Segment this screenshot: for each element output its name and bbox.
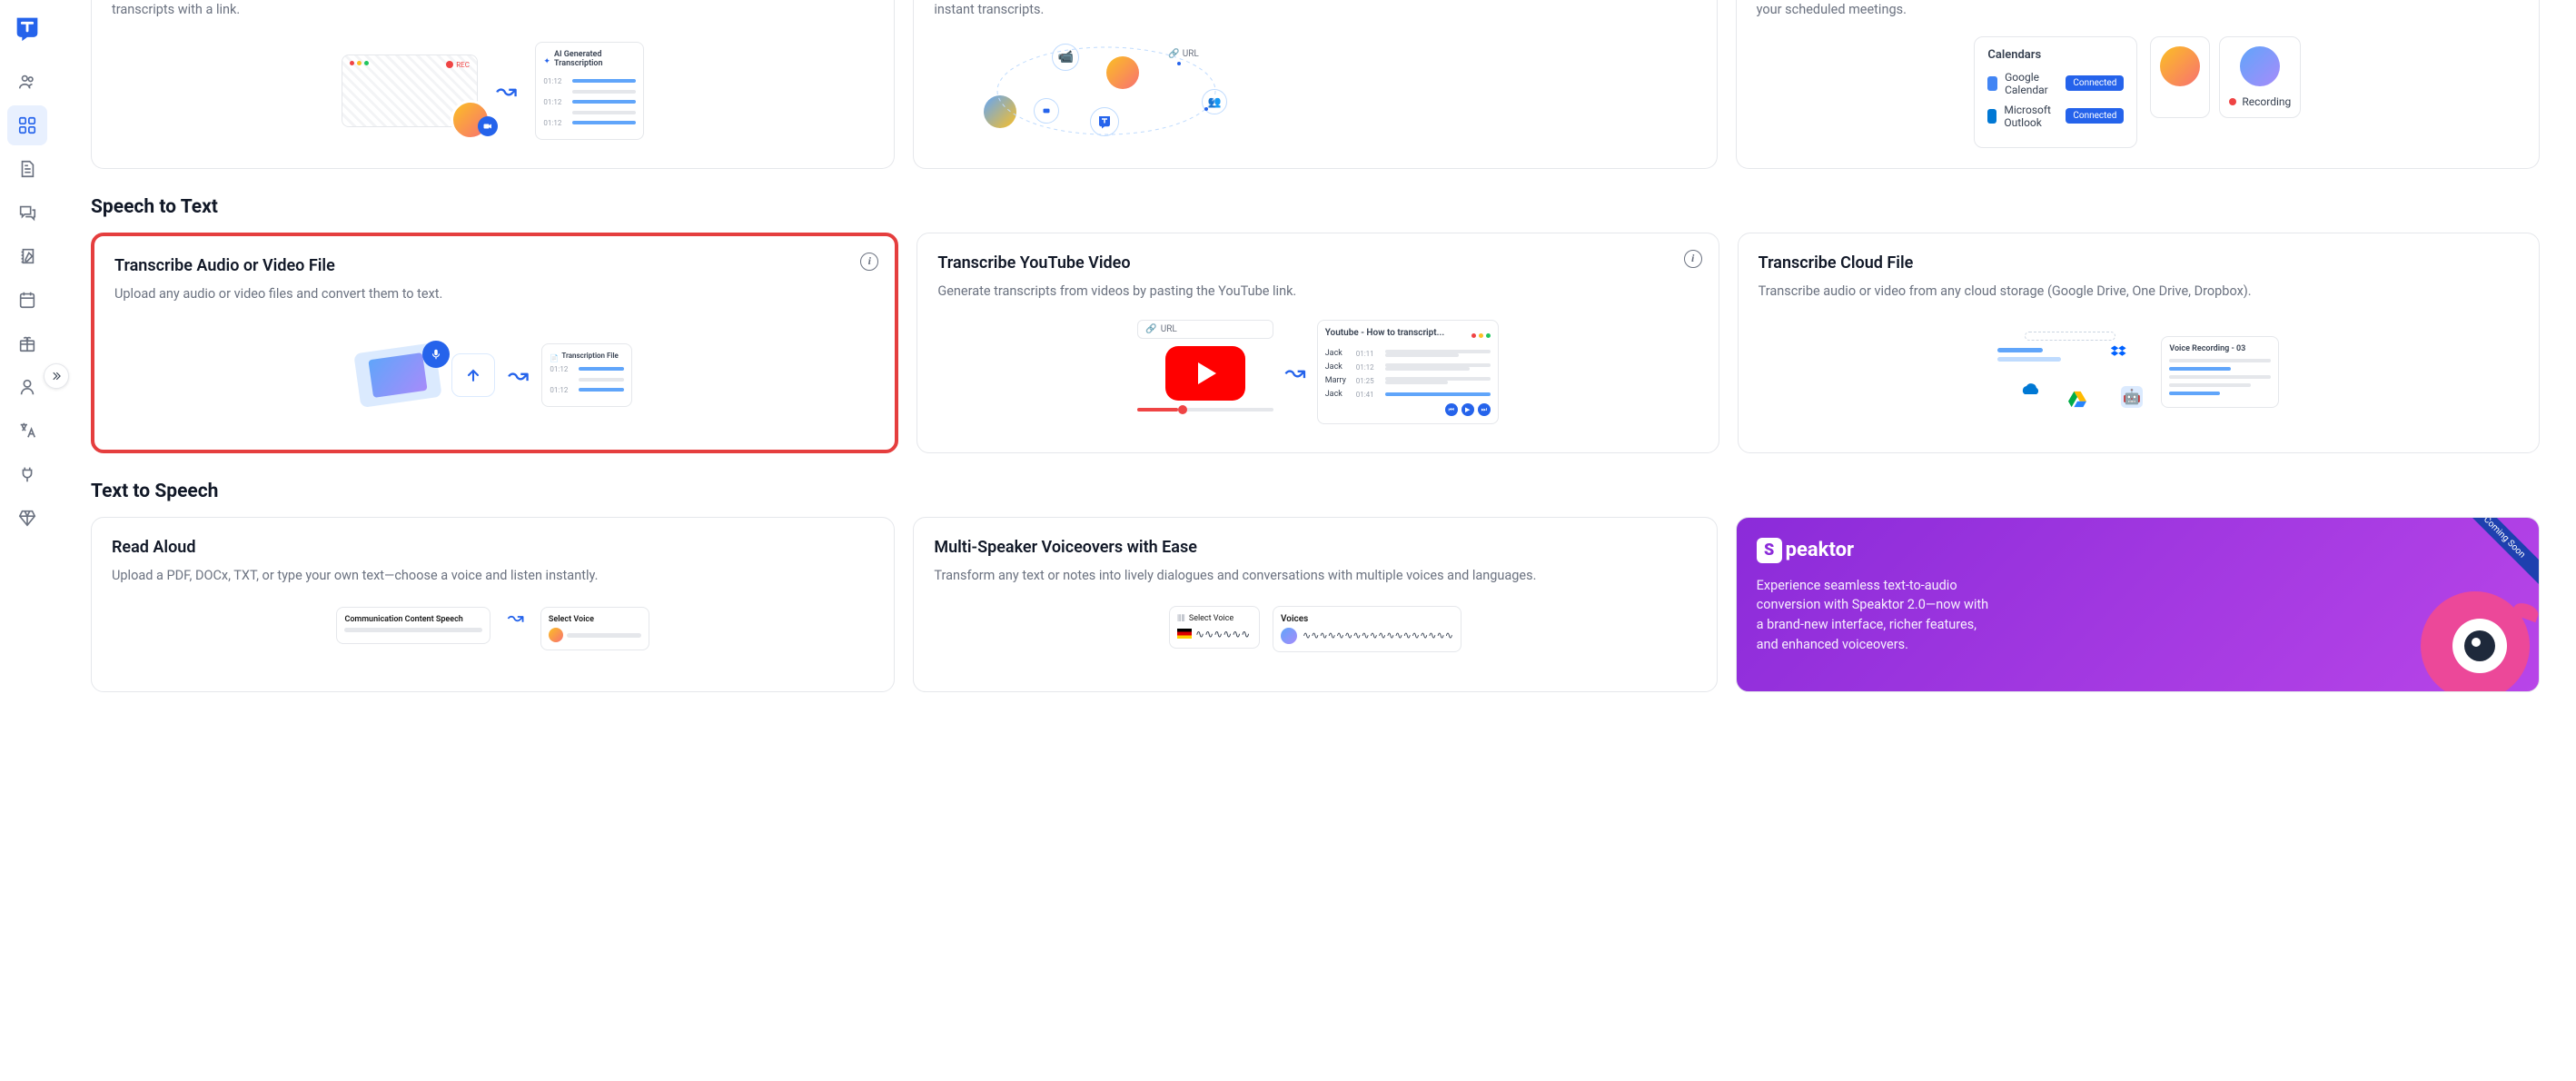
main-content: transcripts with a link. REC ↝ ✦AI Gener…	[54, 0, 2576, 1081]
sidebar-item-integrations[interactable]	[7, 454, 47, 494]
speaktor-logo: Speaktor	[1757, 538, 2519, 563]
transcription-file-panel: 📄Transcription File 01:12 01:12	[541, 343, 632, 407]
bot-icon: 🤖	[2121, 386, 2143, 408]
card-scheduled-meetings[interactable]: your scheduled meetings. Calendars Googl…	[1736, 0, 2540, 169]
card-desc: Transform any text or notes into lively …	[934, 566, 1696, 586]
card-title: Transcribe Cloud File	[1759, 253, 2519, 273]
upload-icon	[451, 353, 495, 397]
card-title: Multi-Speaker Voiceovers with Ease	[934, 538, 1696, 557]
video-icon	[482, 121, 493, 132]
select-voice-mini: ⦀⦀Select Voice ∿∿∿∿∿∿	[1169, 606, 1260, 649]
card-multi-speaker[interactable]: Multi-Speaker Voiceovers with Ease Trans…	[913, 517, 1717, 692]
mic-icon	[422, 341, 450, 368]
section-title-speech-to-text: Speech to Text	[91, 196, 2540, 218]
sidebar	[0, 0, 54, 1081]
onedrive-icon	[2016, 375, 2045, 404]
select-voice-panel: Select Voice	[540, 607, 649, 650]
sidebar-item-chat[interactable]	[7, 193, 47, 233]
card-title: Read Aloud	[112, 538, 874, 557]
card-desc: Experience seamless text-to-audio conver…	[1757, 576, 1993, 655]
card-desc: transcripts with a link.	[112, 0, 874, 20]
sidebar-item-gift[interactable]	[7, 323, 47, 363]
card-speaktor-promo[interactable]: Coming Soon Speaktor Experience seamless…	[1736, 517, 2540, 692]
sidebar-item-documents[interactable]	[7, 149, 47, 189]
voices-panel: Voices ∿∿∿∿∿∿∿∿∿∿∿∿∿∿∿∿∿∿	[1273, 606, 1461, 652]
sidebar-expand-button[interactable]	[44, 363, 69, 389]
meeting-avatar-card	[2150, 36, 2210, 118]
youtube-transcript-panel: Youtube - How to transcript... Jack01:11…	[1317, 320, 1499, 424]
dropbox-icon	[2105, 339, 2134, 368]
google-drive-icon	[2063, 384, 2092, 413]
card-desc: instant transcripts.	[934, 0, 1696, 20]
card-title: Transcribe Audio or Video File	[114, 256, 875, 275]
sidebar-item-dashboard[interactable]	[7, 105, 47, 145]
chevron-right-double-icon	[50, 370, 63, 382]
card-transcribe-youtube[interactable]: i Transcribe YouTube Video Generate tran…	[916, 233, 1719, 453]
card-desc: Upload any audio or video files and conv…	[114, 284, 875, 304]
url-input-preview: 🔗URL	[1137, 320, 1273, 339]
card-desc: Transcribe audio or video from any cloud…	[1759, 282, 2519, 302]
sidebar-item-notes[interactable]	[7, 236, 47, 276]
card-transcribe-cloud[interactable]: Transcribe Cloud File Transcribe audio o…	[1738, 233, 2540, 453]
card-read-aloud[interactable]: Read Aloud Upload a PDF, DOCx, TXT, or t…	[91, 517, 895, 692]
cloud-transcript-panel: Voice Recording - 03	[2161, 336, 2279, 408]
content-speech-panel: Communication Content Speech	[336, 607, 490, 644]
meeting-avatar-card: Recording	[2219, 36, 2301, 118]
card-share-transcripts[interactable]: transcripts with a link. REC ↝ ✦AI Gener…	[91, 0, 895, 169]
sidebar-item-calendar[interactable]	[7, 280, 47, 320]
ai-transcript-panel: ✦AI Generated Transcription 01:12 01:12 …	[535, 42, 644, 140]
card-desc: Generate transcripts from videos by past…	[937, 282, 1698, 302]
info-icon[interactable]: i	[860, 253, 878, 271]
card-transcribe-audio-video[interactable]: i Transcribe Audio or Video File Upload …	[91, 233, 898, 453]
prev-icon: ⏮	[1445, 403, 1458, 416]
sidebar-item-premium[interactable]	[7, 498, 47, 538]
app-logo[interactable]	[8, 9, 46, 47]
youtube-play-icon	[1165, 346, 1245, 401]
sidebar-item-profile[interactable]	[7, 367, 47, 407]
card-desc: your scheduled meetings.	[1757, 0, 2519, 20]
card-desc: Upload a PDF, DOCx, TXT, or type your ow…	[112, 566, 874, 586]
calendars-panel: Calendars Google CalendarConnected Micro…	[1974, 36, 2137, 148]
section-title-text-to-speech: Text to Speech	[91, 481, 2540, 502]
arrow-icon: ↝	[507, 607, 523, 630]
next-icon: ⏭	[1478, 403, 1491, 416]
card-title: Transcribe YouTube Video	[937, 253, 1698, 273]
arrow-icon: ↝	[496, 75, 517, 105]
card-instant-transcripts[interactable]: instant transcripts. 📹 👥 🔗URL	[913, 0, 1717, 169]
speaktor-mascot	[2403, 573, 2539, 692]
arrow-icon: ↝	[508, 360, 529, 390]
flag-de-icon	[1177, 629, 1192, 639]
play-icon: ▶	[1461, 403, 1474, 416]
info-icon[interactable]: i	[1684, 250, 1702, 268]
sidebar-item-team[interactable]	[7, 62, 47, 102]
arrow-icon: ↝	[1284, 357, 1305, 387]
sidebar-item-translate[interactable]	[7, 411, 47, 451]
